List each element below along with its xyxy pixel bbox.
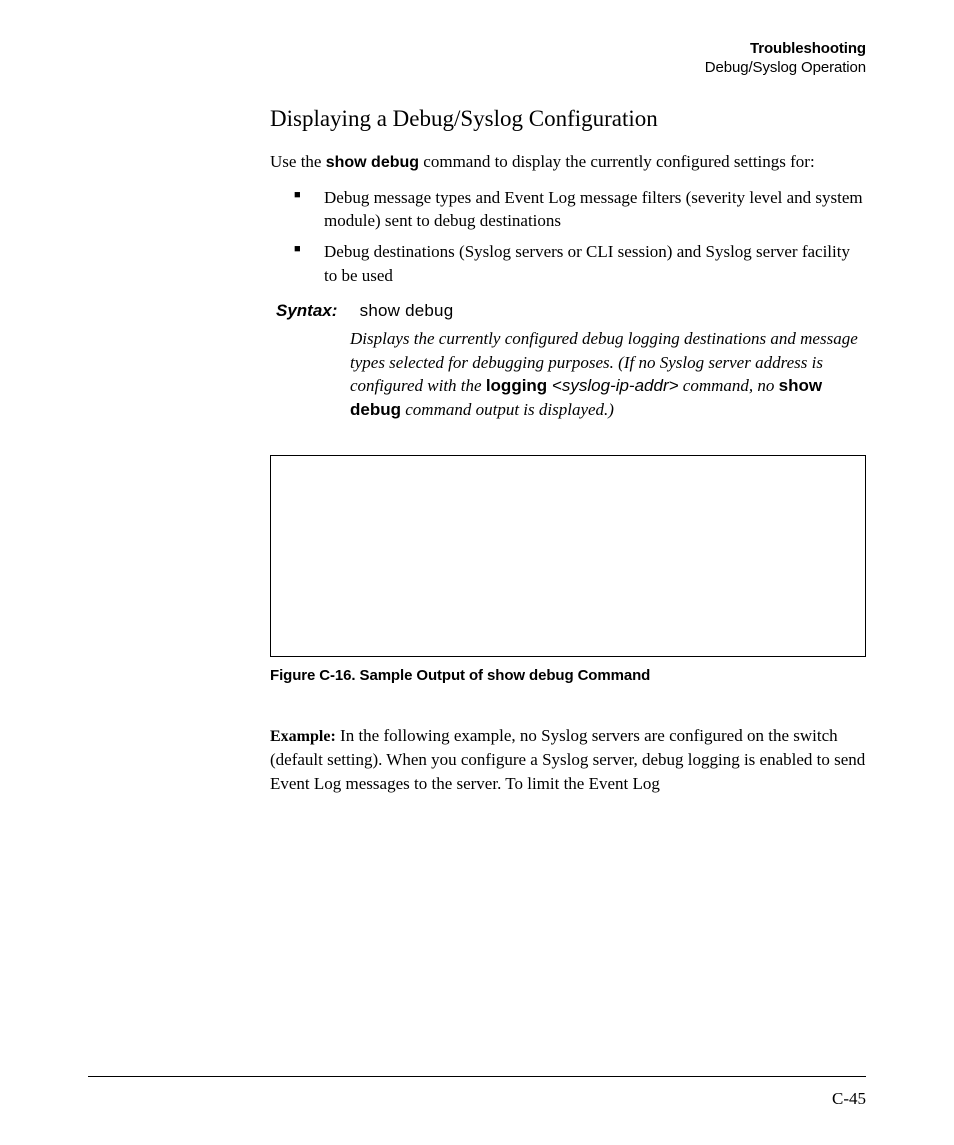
figure-caption: Figure C-16. Sample Output of show debug… — [270, 667, 866, 684]
desc-part3: command output is displayed.) — [401, 400, 614, 419]
list-item: Debug message types and Event Log messag… — [302, 186, 866, 233]
intro-pre: Use the — [270, 152, 326, 171]
section-title: Displaying a Debug/Syslog Configuration — [270, 106, 866, 132]
page-number: C-45 — [832, 1089, 866, 1109]
content-column: Displaying a Debug/Syslog Configuration … — [270, 106, 866, 796]
example-text: In the following example, no Syslog serv… — [270, 726, 865, 793]
intro-paragraph: Use the show debug command to display th… — [270, 150, 866, 174]
desc-arg: <syslog-ip-addr> — [547, 376, 678, 395]
intro-command: show debug — [326, 154, 419, 171]
running-header: Troubleshooting Debug/Syslog Operation — [88, 40, 866, 78]
syntax-command: show debug — [360, 301, 454, 320]
example-label: Example: — [270, 728, 336, 745]
list-item: Debug destinations (Syslog servers or CL… — [302, 240, 866, 287]
example-paragraph: Example: In the following example, no Sy… — [270, 724, 866, 795]
figure-box — [270, 455, 866, 657]
bullet-list: Debug message types and Event Log messag… — [302, 186, 866, 288]
syntax-label: Syntax: — [276, 301, 337, 320]
header-section: Debug/Syslog Operation — [88, 59, 866, 78]
header-chapter: Troubleshooting — [88, 40, 866, 59]
desc-part2: command, no — [679, 376, 779, 395]
footer-rule — [88, 1076, 866, 1077]
syntax-row: Syntax: show debug — [276, 301, 866, 321]
syntax-description: Displays the currently configured debug … — [350, 327, 866, 421]
desc-cmd-logging: logging — [486, 376, 547, 395]
page: Troubleshooting Debug/Syslog Operation D… — [0, 0, 954, 1145]
intro-post: command to display the currently configu… — [419, 152, 815, 171]
